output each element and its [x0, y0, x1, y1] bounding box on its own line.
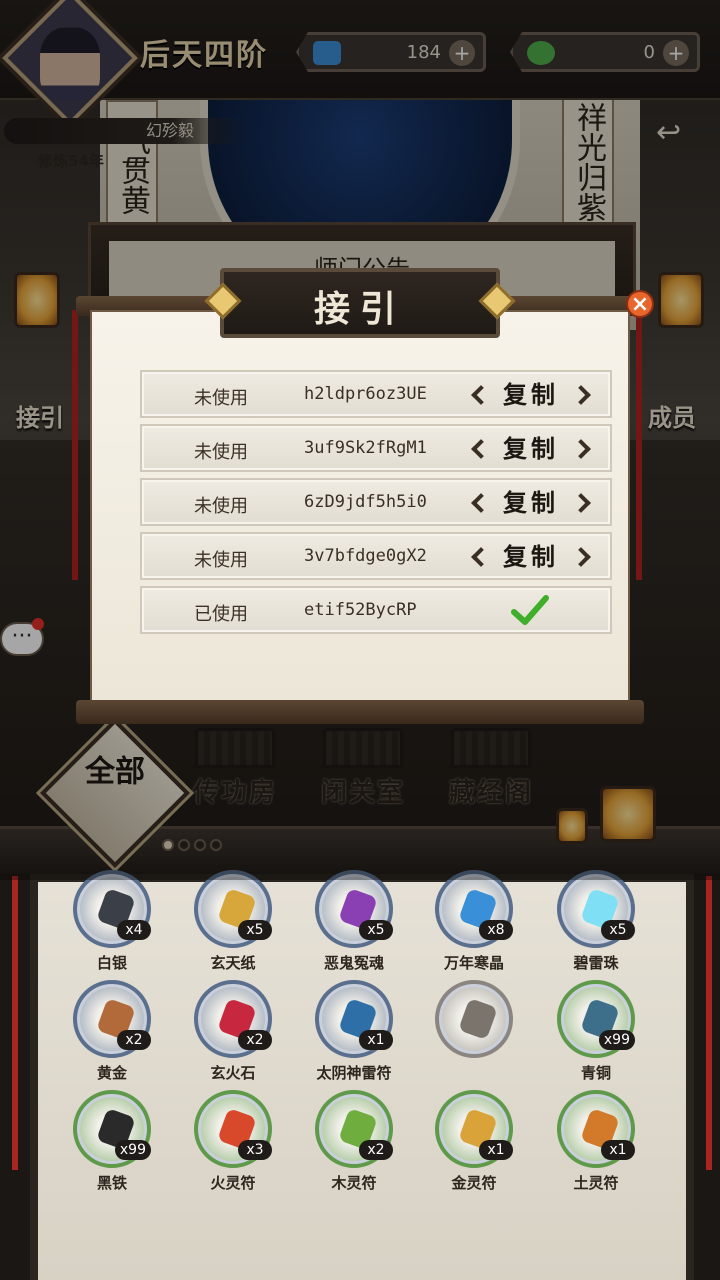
item-frame [435, 980, 513, 1058]
code-status: 已使用 [194, 604, 248, 625]
inventory-item[interactable]: x8 万年寒晶 [424, 870, 524, 973]
item-frame: x4 [73, 870, 151, 948]
item-frame: x1 [435, 1090, 513, 1168]
inventory-item[interactable]: x99 黑铁 [62, 1090, 162, 1193]
code-status: 未使用 [194, 550, 248, 571]
hanging-rope [706, 876, 712, 1170]
item-name: 金灵符 [451, 1174, 497, 1192]
item-name: 青铜 [580, 1064, 611, 1082]
invite-code: h2ldpr6oz3UE [304, 384, 427, 404]
item-icon [458, 997, 498, 1041]
invite-code: etif52BycRP [304, 600, 417, 620]
invite-code: 3uf9Sk2fRgM1 [304, 438, 427, 458]
item-frame: x8 [435, 870, 513, 948]
item-frame: x99 [557, 980, 635, 1058]
item-name: 木灵符 [331, 1174, 377, 1192]
scroll-paper: 未使用 h2ldpr6oz3UE 复制 未使用 3uf9Sk2fRgM1 复制 未使用 6zD… [90, 310, 630, 704]
item-name: 万年寒晶 [443, 954, 504, 972]
inventory-panel: x4 白银 x5 玄天纸 x5 恶鬼冤魂 x8 万年寒晶 x5 碧雷珠 x2 黄金 x2 玄火石 x1 太阴神… [30, 870, 694, 1280]
item-quantity: x5 [601, 920, 635, 940]
item-name: 土灵符 [573, 1174, 619, 1192]
inventory-item[interactable]: x2 玄火石 [183, 980, 283, 1083]
code-row: 未使用 3uf9Sk2fRgM1 复制 [140, 424, 612, 472]
copy-button[interactable]: 复制 [472, 432, 590, 466]
item-frame: x1 [557, 1090, 635, 1168]
dialog-title-plaque: 接引 [204, 268, 516, 338]
item-frame: x3 [194, 1090, 272, 1168]
item-frame: x99 [73, 1090, 151, 1168]
inventory-item[interactable]: x1 太阴神雷符 [304, 980, 404, 1083]
code-row: 未使用 h2ldpr6oz3UE 复制 [140, 370, 612, 418]
item-quantity: x2 [238, 1030, 272, 1050]
item-quantity: x99 [598, 1030, 635, 1050]
code-row: 未使用 3v7bfdge0gX2 复制 [140, 532, 612, 580]
item-name: 玄天纸 [210, 954, 256, 972]
item-frame: x2 [194, 980, 272, 1058]
item-quantity: x2 [359, 1140, 393, 1160]
item-quantity: x99 [114, 1140, 151, 1160]
item-frame: x2 [315, 1090, 393, 1168]
inventory-item[interactable]: x4 白银 [62, 870, 162, 973]
item-name: 黄金 [96, 1064, 127, 1082]
inventory-item[interactable] [424, 980, 524, 1062]
item-name: 碧雷珠 [573, 954, 619, 972]
checkmark-icon [511, 595, 549, 625]
item-name: 玄火石 [210, 1064, 256, 1082]
code-row: 已使用 etif52BycRP [140, 586, 612, 634]
item-frame: x5 [315, 870, 393, 948]
inventory-item[interactable]: x1 土灵符 [546, 1090, 646, 1193]
item-name: 火灵符 [210, 1174, 256, 1192]
copy-button[interactable]: 复制 [472, 540, 590, 574]
item-quantity: x4 [117, 920, 151, 940]
item-quantity: x2 [117, 1030, 151, 1050]
code-status: 未使用 [194, 442, 248, 463]
hanging-rope [12, 876, 18, 1170]
item-quantity: x3 [238, 1140, 272, 1160]
code-list: 未使用 h2ldpr6oz3UE 复制 未使用 3uf9Sk2fRgM1 复制 未使用 6zD… [140, 370, 612, 640]
item-quantity: x1 [359, 1030, 393, 1050]
item-name: 黑铁 [96, 1174, 127, 1192]
invite-code: 6zD9jdf5h5i0 [304, 492, 427, 512]
inventory-item[interactable]: x3 火灵符 [183, 1090, 283, 1193]
inventory-item[interactable]: x1 金灵符 [424, 1090, 524, 1193]
copy-button[interactable]: 复制 [472, 486, 590, 520]
item-quantity: x1 [479, 1140, 513, 1160]
copy-button[interactable]: 复制 [472, 378, 590, 412]
inventory-item[interactable]: x99 青铜 [546, 980, 646, 1083]
invite-code: 3v7bfdge0gX2 [304, 546, 427, 566]
item-frame: x1 [315, 980, 393, 1058]
item-quantity: x5 [359, 920, 393, 940]
code-status: 未使用 [194, 496, 248, 517]
dialog-title: 接引 [313, 288, 406, 330]
inventory-item[interactable]: x5 玄天纸 [183, 870, 283, 973]
item-frame: x5 [557, 870, 635, 948]
inventory-item[interactable]: x2 黄金 [62, 980, 162, 1083]
scroll-rod-bottom [76, 700, 644, 724]
recruit-code-dialog: 未使用 h2ldpr6oz3UE 复制 未使用 3uf9Sk2fRgM1 复制 未使用 6zD… [76, 268, 654, 726]
code-status: 未使用 [194, 388, 248, 409]
item-quantity: x5 [238, 920, 272, 940]
item-quantity: x8 [479, 920, 513, 940]
item-frame: x5 [194, 870, 272, 948]
item-name: 白银 [96, 954, 127, 972]
close-icon[interactable]: × [626, 290, 654, 318]
code-row: 未使用 6zD9jdf5h5i0 复制 [140, 478, 612, 526]
inventory-item[interactable]: x5 恶鬼冤魂 [304, 870, 404, 973]
item-name: 恶鬼冤魂 [323, 954, 384, 972]
item-name: 太阴神雷符 [316, 1064, 392, 1082]
item-frame: x2 [73, 980, 151, 1058]
inventory-item[interactable]: x5 碧雷珠 [546, 870, 646, 973]
inventory-item[interactable]: x2 木灵符 [304, 1090, 404, 1193]
item-quantity: x1 [601, 1140, 635, 1160]
